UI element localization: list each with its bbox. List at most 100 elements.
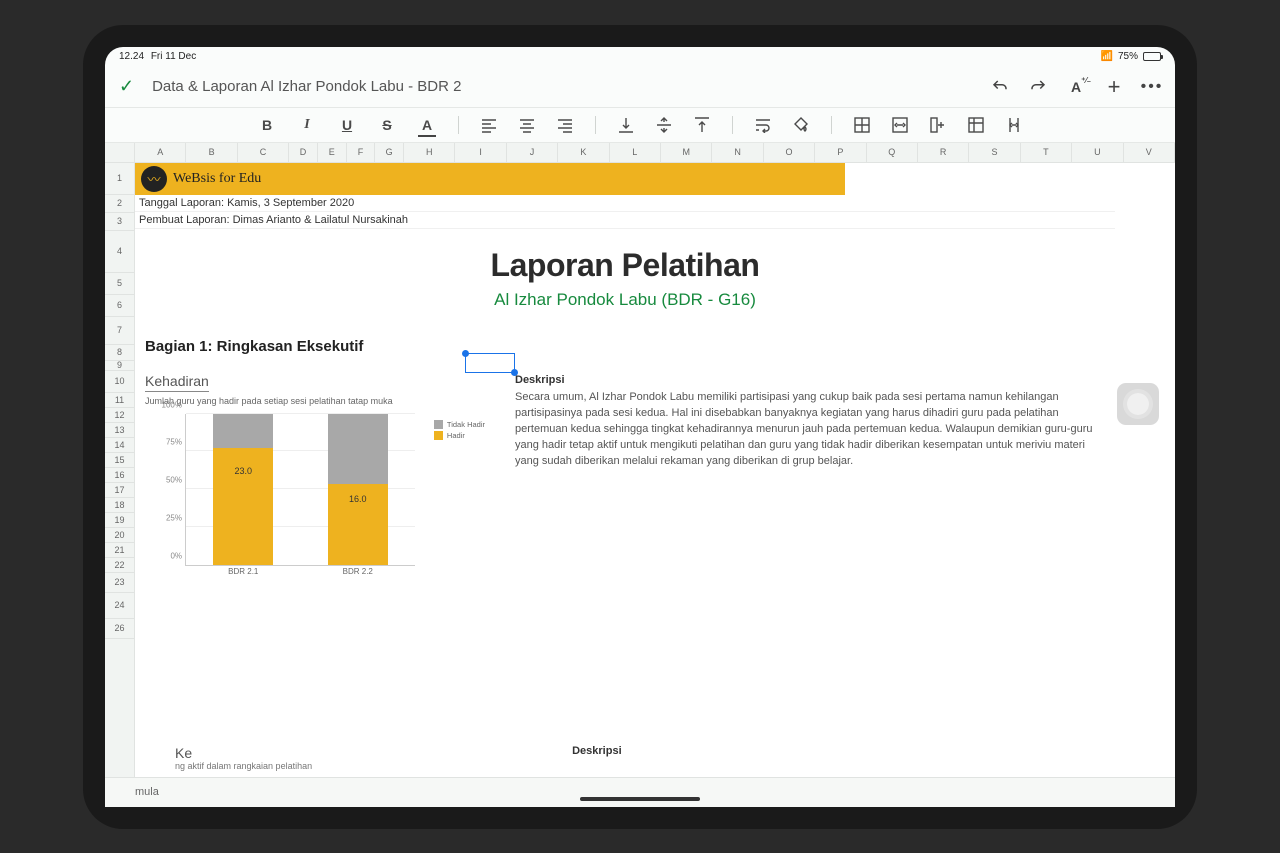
battery-pct: 75% bbox=[1118, 51, 1138, 62]
align-center-icon[interactable] bbox=[519, 117, 535, 133]
row-header[interactable]: 3 bbox=[105, 213, 134, 231]
x-tick: BDR 2.2 bbox=[343, 565, 373, 576]
row-headers[interactable]: 1 2 3 4 5 6 7 8 9 10 11 12 13 14 15 16 1… bbox=[105, 163, 135, 777]
row-header[interactable]: 16 bbox=[105, 468, 134, 483]
more-icon[interactable]: ••• bbox=[1143, 78, 1161, 96]
col-header[interactable]: V bbox=[1124, 143, 1175, 162]
kehadiran-heading: Kehadiran bbox=[145, 373, 209, 392]
row-header[interactable]: 6 bbox=[105, 295, 134, 317]
partial-cutoff-row: Ke ng aktif dalam rangkaian pelatihan De… bbox=[165, 739, 1175, 777]
col-header[interactable]: B bbox=[186, 143, 237, 162]
done-check-icon[interactable]: ✓ bbox=[119, 76, 134, 97]
row-header[interactable]: 9 bbox=[105, 361, 134, 371]
col-header[interactable]: O bbox=[764, 143, 815, 162]
row-header[interactable]: 17 bbox=[105, 483, 134, 498]
selected-cell-indicator[interactable] bbox=[465, 353, 515, 373]
attendance-chart: Tidak Hadir Hadir 0% 25% 50% 75% bbox=[145, 414, 485, 584]
col-header[interactable]: E bbox=[318, 143, 347, 162]
home-indicator[interactable] bbox=[580, 797, 700, 801]
valign-bottom-icon[interactable] bbox=[618, 117, 634, 133]
report-author-line: Pembuat Laporan: Dimas Arianto & Lailatu… bbox=[135, 212, 1115, 229]
sheet-tab-formula[interactable]: mula bbox=[125, 786, 169, 798]
row-header[interactable]: 20 bbox=[105, 528, 134, 543]
bold-button[interactable]: B bbox=[258, 117, 276, 133]
col-header[interactable]: U bbox=[1072, 143, 1123, 162]
italic-button[interactable]: I bbox=[298, 117, 316, 133]
keaktifan-heading-partial: Ke bbox=[175, 745, 312, 761]
row-header[interactable]: 19 bbox=[105, 513, 134, 528]
brand-banner: 〰 WeBsis for Edu bbox=[135, 163, 845, 195]
borders-icon[interactable] bbox=[854, 117, 870, 133]
bar-value-label: 23.0 bbox=[213, 466, 273, 476]
freeze-icon[interactable] bbox=[968, 117, 984, 133]
col-header[interactable]: P bbox=[815, 143, 866, 162]
row-header[interactable]: 22 bbox=[105, 558, 134, 573]
autofit-icon[interactable] bbox=[1006, 117, 1022, 133]
align-right-icon[interactable] bbox=[557, 117, 573, 133]
valign-middle-icon[interactable] bbox=[656, 117, 672, 133]
col-header[interactable]: A bbox=[135, 143, 186, 162]
align-left-icon[interactable] bbox=[481, 117, 497, 133]
col-header[interactable]: R bbox=[918, 143, 969, 162]
format-toolbar: B I U S A bbox=[105, 107, 1175, 143]
wrap-text-icon[interactable] bbox=[755, 117, 771, 133]
insert-plus-icon[interactable]: + bbox=[1105, 78, 1123, 96]
font-format-icon[interactable]: A⁺⁄₋ bbox=[1067, 78, 1085, 96]
merge-cells-icon[interactable] bbox=[892, 117, 908, 133]
brand-text: WeBsis for Edu bbox=[173, 171, 261, 187]
col-header[interactable]: L bbox=[610, 143, 661, 162]
row-header[interactable]: 10 bbox=[105, 371, 134, 393]
row-header[interactable]: 21 bbox=[105, 543, 134, 558]
col-header[interactable]: N bbox=[712, 143, 763, 162]
row-header[interactable]: 1 bbox=[105, 163, 134, 195]
row-header[interactable]: 24 bbox=[105, 593, 134, 619]
valign-top-icon[interactable] bbox=[694, 117, 710, 133]
redo-icon[interactable] bbox=[1029, 78, 1047, 96]
col-header[interactable]: S bbox=[969, 143, 1020, 162]
col-header[interactable]: J bbox=[507, 143, 558, 162]
col-header[interactable]: G bbox=[375, 143, 404, 162]
col-header[interactable]: I bbox=[455, 143, 506, 162]
col-header[interactable]: Q bbox=[867, 143, 918, 162]
strikethrough-button[interactable]: S bbox=[378, 117, 396, 133]
row-header[interactable]: 18 bbox=[105, 498, 134, 513]
y-tick: 25% bbox=[166, 513, 186, 522]
row-header[interactable]: 14 bbox=[105, 438, 134, 453]
legend-label: Hadir bbox=[447, 431, 465, 440]
title-bar: ✓ Data & Laporan Al Izhar Pondok Labu - … bbox=[105, 67, 1175, 107]
y-tick: 0% bbox=[170, 551, 186, 560]
document-title[interactable]: Data & Laporan Al Izhar Pondok Labu - BD… bbox=[152, 78, 461, 95]
report-date-line: Tanggal Laporan: Kamis, 3 September 2020 bbox=[135, 195, 1115, 212]
row-header[interactable]: 12 bbox=[105, 408, 134, 423]
undo-icon[interactable] bbox=[991, 78, 1009, 96]
row-header[interactable]: 13 bbox=[105, 423, 134, 438]
row-header[interactable]: 15 bbox=[105, 453, 134, 468]
report-subtitle: Al Izhar Pondok Labu (BDR - G16) bbox=[135, 290, 1115, 310]
col-header[interactable]: F bbox=[347, 143, 376, 162]
fill-color-icon[interactable] bbox=[793, 117, 809, 133]
y-tick: 75% bbox=[166, 438, 186, 447]
report-title: Laporan Pelatihan bbox=[135, 247, 1115, 284]
spreadsheet-grid[interactable]: 1 2 3 4 5 6 7 8 9 10 11 12 13 14 15 16 1… bbox=[105, 163, 1175, 777]
col-header[interactable]: D bbox=[289, 143, 318, 162]
col-header[interactable]: M bbox=[661, 143, 712, 162]
insert-col-icon[interactable] bbox=[930, 117, 946, 133]
col-header[interactable]: K bbox=[558, 143, 609, 162]
sheet-content[interactable]: 〰 WeBsis for Edu Tanggal Laporan: Kamis,… bbox=[135, 163, 1175, 777]
row-header[interactable]: 4 bbox=[105, 231, 134, 273]
col-header[interactable]: H bbox=[404, 143, 455, 162]
row-header[interactable]: 2 bbox=[105, 195, 134, 213]
col-header[interactable]: T bbox=[1021, 143, 1072, 162]
row-header[interactable]: 8 bbox=[105, 345, 134, 361]
row-header[interactable]: 11 bbox=[105, 393, 134, 408]
sheet-tabs-bar[interactable]: mula bbox=[105, 777, 1175, 807]
row-header[interactable]: 7 bbox=[105, 317, 134, 345]
column-headers[interactable]: A B C D E F G H I J K L M N O P Q R S T … bbox=[105, 143, 1175, 163]
row-header[interactable]: 23 bbox=[105, 573, 134, 593]
row-header[interactable]: 26 bbox=[105, 619, 134, 639]
text-color-button[interactable]: A bbox=[418, 117, 436, 133]
col-header[interactable]: C bbox=[238, 143, 289, 162]
assistive-touch-button[interactable] bbox=[1117, 383, 1159, 425]
underline-button[interactable]: U bbox=[338, 117, 356, 133]
row-header[interactable]: 5 bbox=[105, 273, 134, 295]
